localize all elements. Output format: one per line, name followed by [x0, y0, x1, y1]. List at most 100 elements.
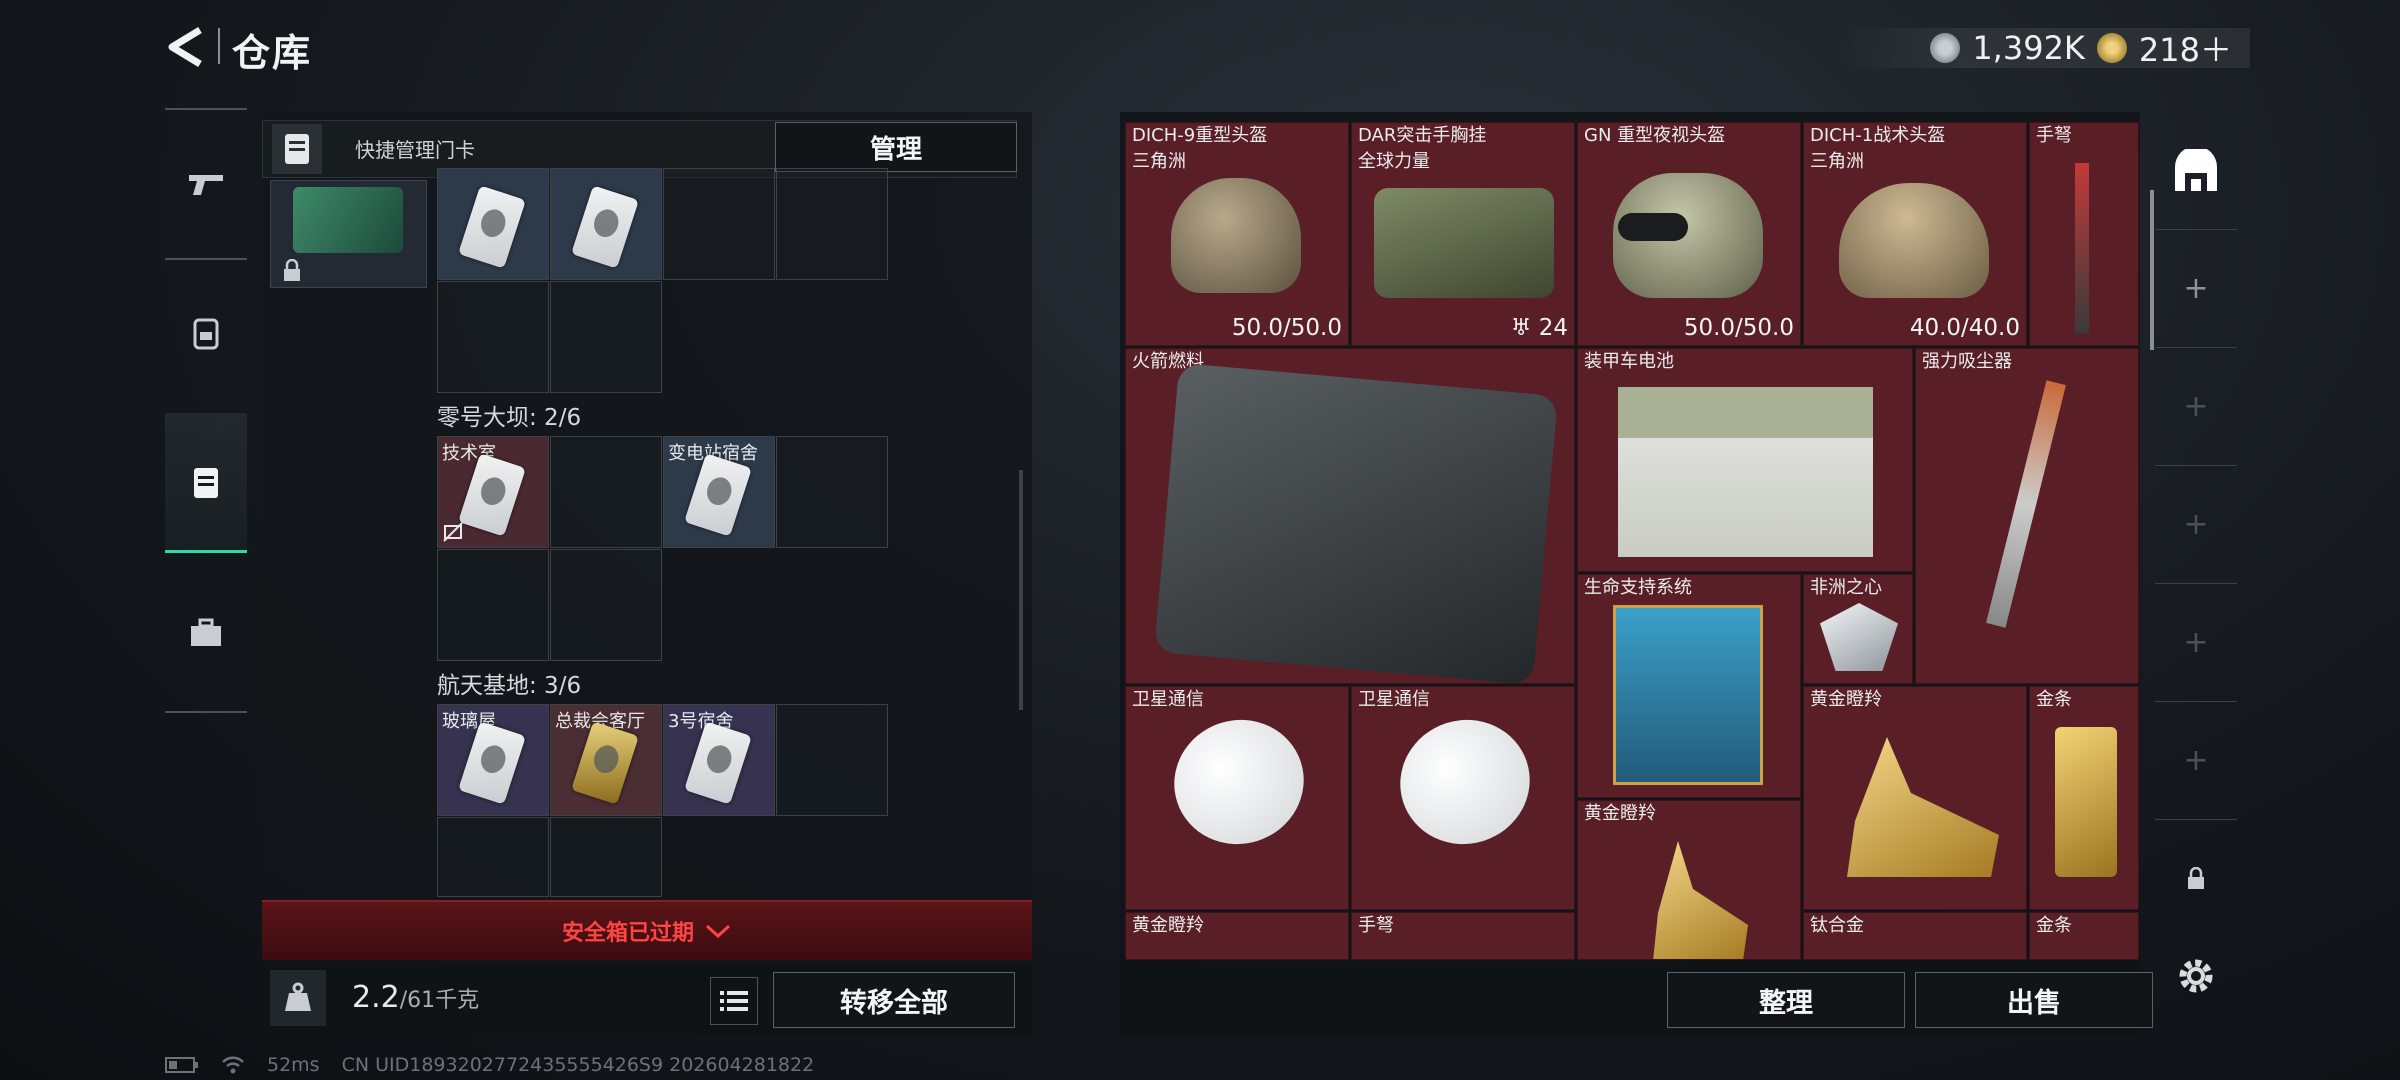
add-storage-tab[interactable]: +	[2155, 466, 2237, 584]
expired-banner[interactable]: 安全箱已过期	[262, 900, 1032, 960]
list-view-icon[interactable]	[710, 977, 758, 1025]
inventory-item[interactable]: 黄金瞪羚	[1803, 686, 2027, 910]
back-arrow-icon[interactable]	[160, 22, 210, 72]
inventory-item[interactable]: 卫星通信	[1351, 686, 1575, 910]
keycard-slot[interactable]	[437, 168, 549, 280]
coin-icon	[1930, 33, 1961, 63]
keycard-slot[interactable]: 3号宿舍	[663, 704, 775, 816]
empty-slot[interactable]	[776, 168, 888, 280]
inventory-item[interactable]: 强力吸尘器	[1915, 348, 2139, 684]
token-icon	[2096, 33, 2127, 63]
quick-manage-label: 快捷管理门卡	[355, 138, 475, 162]
empty-slot[interactable]	[550, 436, 662, 548]
title-divider	[218, 28, 220, 64]
add-storage-tab[interactable]: +	[2155, 584, 2237, 702]
item-name: 黄金瞪羚	[1584, 803, 1656, 824]
section-label-space-base: 航天基地: 3/6	[437, 673, 582, 699]
tab-equipment[interactable]	[165, 263, 247, 403]
item-name: 金条	[2036, 689, 2072, 710]
empty-slot[interactable]	[550, 281, 662, 393]
keycard-case-icon	[272, 124, 322, 174]
inventory-item[interactable]: 生命支持系统	[1577, 574, 1801, 798]
locked-keycard-slot[interactable]	[270, 180, 427, 288]
keycard-slot[interactable]	[550, 168, 662, 280]
inventory-item[interactable]: 黄金瞪羚	[1125, 912, 1349, 960]
inventory-item[interactable]: DAR突击手胸挂 全球力量 ♅ 24	[1351, 122, 1575, 346]
item-name: 卫星通信	[1358, 689, 1430, 710]
gear-icon[interactable]	[2170, 950, 2222, 1002]
token-balance[interactable]: 218＋	[2139, 25, 2232, 71]
inventory-item[interactable]: 非洲之心	[1803, 574, 1913, 684]
empty-slot[interactable]	[437, 549, 549, 661]
inventory-item[interactable]: DICH-1战术头盔 三角洲 40.0/40.0	[1803, 122, 2027, 346]
item-name: 装甲车电池	[1584, 351, 1674, 372]
item-origin: 三角洲	[1132, 151, 1186, 172]
item-name: 金条	[2036, 915, 2072, 936]
add-storage-tab[interactable]: +	[2155, 348, 2237, 466]
item-name: 黄金瞪羚	[1132, 915, 1204, 936]
toolbox-icon	[191, 618, 221, 646]
case-icon	[194, 467, 218, 498]
inventory-item[interactable]: 金条	[2029, 912, 2139, 960]
transfer-all-button[interactable]: 转移全部	[773, 972, 1015, 1028]
item-name: GN 重型夜视头盔	[1584, 125, 1726, 146]
item-durability: 40.0/40.0	[1909, 315, 2020, 341]
sort-button[interactable]: 整理	[1667, 972, 1905, 1028]
item-count: ♅ 24	[1510, 315, 1568, 341]
inventory-item[interactable]: GN 重型夜视头盔 50.0/50.0	[1577, 122, 1801, 346]
inventory-item[interactable]: 黄金瞪羚	[1577, 800, 1801, 960]
manage-button[interactable]: 管理	[775, 122, 1017, 172]
weight-readout: 2.2/61千克	[352, 980, 479, 1015]
inventory-item[interactable]: 卫星通信	[1125, 686, 1349, 910]
section-label-dam: 零号大坝: 2/6	[437, 405, 582, 431]
locked-storage-tab[interactable]	[2155, 820, 2237, 938]
weight-capacity: /61千克	[399, 988, 480, 1013]
inventory-item[interactable]: 火箭燃料	[1125, 348, 1575, 684]
backpack-icon	[193, 318, 219, 350]
inventory-item[interactable]: 金条	[2029, 686, 2139, 910]
chevron-down-icon	[705, 924, 731, 939]
tab-weapons[interactable]	[165, 114, 247, 254]
item-name: 手弩	[2036, 125, 2072, 146]
tab-toolbox[interactable]	[165, 563, 247, 703]
empty-slot[interactable]	[776, 704, 888, 816]
tab-secure-case[interactable]	[165, 413, 247, 553]
item-name: DICH-9重型头盔	[1132, 125, 1268, 146]
item-name: DAR突击手胸挂	[1358, 125, 1487, 146]
left-scrollbar[interactable]	[1019, 470, 1023, 710]
status-line: 52ms CN UID1893202772435555426S9 2026042…	[165, 1054, 814, 1076]
warehouse-icon	[2175, 148, 2217, 191]
empty-slot[interactable]	[550, 817, 662, 897]
expired-text: 安全箱已过期	[561, 921, 694, 946]
lock-icon	[284, 259, 300, 281]
inventory-scrollbar[interactable]	[2150, 190, 2154, 350]
lock-icon	[2188, 867, 2204, 889]
item-name: 生命支持系统	[1584, 577, 1692, 598]
item-name: DICH-1战术头盔	[1810, 125, 1946, 146]
empty-slot[interactable]	[437, 281, 549, 393]
item-name: 手弩	[1358, 915, 1394, 936]
item-name: 卫星通信	[1132, 689, 1204, 710]
add-storage-tab[interactable]: +	[2155, 230, 2237, 348]
empty-slot[interactable]	[550, 549, 662, 661]
weight-value: 2.2	[352, 980, 400, 1015]
item-durability: 50.0/50.0	[1231, 315, 1342, 341]
empty-slot[interactable]	[776, 436, 888, 548]
keycard-slot[interactable]: 玻璃屋	[437, 704, 549, 816]
inventory-item[interactable]: 钛合金	[1803, 912, 2027, 960]
item-origin: 三角洲	[1810, 151, 1864, 172]
inventory-item[interactable]: 手弩	[1351, 912, 1575, 960]
item-name: 强力吸尘器	[1922, 351, 2012, 372]
empty-slot[interactable]	[437, 817, 549, 897]
add-storage-tab[interactable]: +	[2155, 702, 2237, 820]
keycard-slot[interactable]: 技术室	[437, 436, 549, 548]
inventory-item[interactable]: DICH-9重型头盔 三角洲 50.0/50.0	[1125, 122, 1349, 346]
inventory-item[interactable]: 装甲车电池	[1577, 348, 1913, 572]
sell-button[interactable]: 出售	[1915, 972, 2153, 1028]
keycard-slot[interactable]: 总裁会客厅	[550, 704, 662, 816]
empty-slot[interactable]	[663, 168, 775, 280]
keycard-slot[interactable]: 变电站宿舍	[663, 436, 775, 548]
ping-readout: 52ms	[267, 1054, 320, 1076]
storage-tab-main[interactable]	[2155, 112, 2237, 230]
inventory-item[interactable]: 手弩	[2029, 122, 2139, 346]
